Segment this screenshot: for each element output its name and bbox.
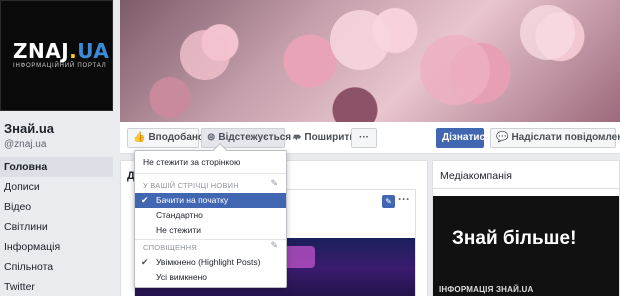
nav-item-twitter[interactable]: Twitter bbox=[0, 277, 113, 296]
feed-section-label: У ВАШІЙ СТРІЧЦІ НОВИН bbox=[143, 181, 239, 190]
pencil-icon[interactable]: ✎ bbox=[270, 178, 278, 189]
pin-icon[interactable]: ✎ bbox=[382, 195, 395, 208]
cover-photo[interactable] bbox=[120, 0, 620, 122]
more-options-button[interactable]: ··· bbox=[351, 128, 377, 148]
nav-item-posts[interactable]: Дописи bbox=[0, 177, 113, 197]
logo: ZNAJ.UA bbox=[13, 39, 110, 63]
nav-item-photos[interactable]: Світлини bbox=[0, 217, 113, 237]
promo-caption: ІНФОРМАЦІЯ ЗНАЙ.UA bbox=[439, 285, 534, 294]
blossom-decoration bbox=[520, 5, 575, 60]
like-button[interactable]: 👍 Вподобано bbox=[127, 128, 204, 148]
blossom-decoration bbox=[330, 10, 390, 70]
send-message-button[interactable]: 💬Надіслати повідомлення bbox=[490, 128, 620, 148]
post-options-button[interactable]: ··· bbox=[398, 192, 410, 206]
page-title[interactable]: Знай.ua bbox=[4, 121, 54, 136]
pencil-icon[interactable]: ✎ bbox=[270, 240, 278, 251]
nav-item-videos[interactable]: Відео bbox=[0, 197, 113, 217]
follow-button[interactable]: ⊜ Відстежується ▾ bbox=[201, 128, 299, 148]
messenger-icon: 💬 bbox=[496, 132, 509, 143]
menu-item-notifications-off[interactable]: Усі вимкнено bbox=[135, 270, 286, 285]
divider bbox=[135, 239, 286, 240]
category-label[interactable]: Медіакомпанія bbox=[440, 170, 512, 182]
share-button[interactable]: ➦ Поширити bbox=[287, 128, 355, 148]
thumbs-up-icon: 👍 bbox=[133, 132, 146, 143]
page-nav: Головна Дописи Відео Світлини Інформація… bbox=[0, 157, 113, 296]
menu-item-default[interactable]: Стандартно bbox=[135, 208, 286, 223]
rss-icon: ⊜ bbox=[207, 132, 216, 143]
nav-item-community[interactable]: Спільнота bbox=[0, 257, 113, 277]
menu-item-unfollow-page[interactable]: Не стежити за сторінкою bbox=[135, 155, 286, 170]
logo-subtitle: ІНФОРМАЦІЙНИЙ ПОРТАЛ bbox=[13, 63, 107, 69]
profile-picture[interactable]: ZNAJ.UA ІНФОРМАЦІЙНИЙ ПОРТАЛ bbox=[0, 0, 113, 111]
menu-item-notifications-on[interactable]: ✔ Увімкнено (Highlight Posts) bbox=[135, 255, 286, 270]
follow-dropdown-menu: Не стежити за сторінкою У ВАШІЙ СТРІЧЦІ … bbox=[134, 142, 287, 288]
promo-headline: Знай більше! bbox=[452, 228, 577, 249]
blossom-decoration bbox=[420, 35, 490, 105]
check-icon: ✔ bbox=[141, 195, 149, 205]
check-icon: ✔ bbox=[141, 257, 149, 267]
blossom-decoration bbox=[180, 30, 230, 80]
promo-banner[interactable]: Знай більше! ІНФОРМАЦІЯ ЗНАЙ.UA bbox=[433, 196, 619, 296]
divider bbox=[433, 188, 619, 189]
nav-item-about[interactable]: Інформація bbox=[0, 237, 113, 257]
page-info-card: Медіакомпанія Знай більше! ІНФОРМАЦІЯ ЗН… bbox=[432, 160, 620, 296]
nav-item-home[interactable]: Головна bbox=[0, 157, 113, 177]
learn-more-button[interactable]: Дізнатис... bbox=[436, 128, 493, 148]
share-icon: ➦ bbox=[293, 132, 302, 143]
notifications-section-label: СПОВІЩЕННЯ bbox=[143, 243, 198, 252]
page-handle[interactable]: @znaj.ua bbox=[4, 139, 46, 150]
divider bbox=[135, 173, 286, 174]
menu-item-unfollow[interactable]: Не стежити bbox=[135, 223, 286, 238]
menu-item-see-first[interactable]: ✔ Бачити на початку bbox=[135, 193, 286, 208]
